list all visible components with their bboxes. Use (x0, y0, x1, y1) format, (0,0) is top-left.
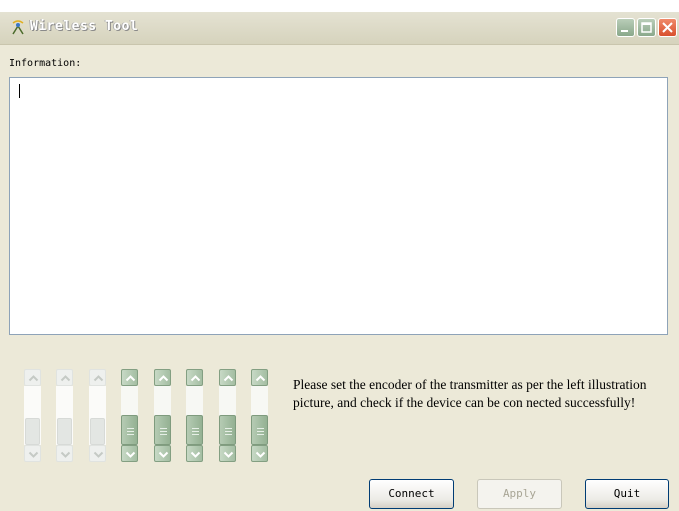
slider-track[interactable] (154, 386, 171, 445)
slider-grip-line (192, 428, 199, 429)
chevron-down-icon (125, 451, 136, 458)
slider-up-button[interactable] (251, 369, 268, 386)
maximize-icon (641, 22, 652, 33)
chevron-up-icon (223, 375, 234, 382)
minimize-icon (621, 30, 628, 32)
window-title: Wireless Tool (30, 19, 139, 34)
chevron-up-icon (158, 375, 169, 382)
slider-down-button[interactable] (154, 445, 171, 462)
antenna-icon (12, 20, 24, 35)
chevron-down-icon (223, 451, 234, 458)
slider-grip-line (225, 434, 232, 435)
chevron-up-icon (125, 375, 136, 382)
slider-thumb[interactable] (57, 418, 72, 445)
slider-down-button[interactable] (121, 445, 138, 462)
slider-grip-line (127, 431, 134, 432)
slider-down-button[interactable] (24, 445, 41, 462)
slider-up-button[interactable] (121, 369, 138, 386)
slider-thumb[interactable] (90, 418, 105, 445)
encoder-slider-6[interactable] (186, 369, 203, 462)
slider-track[interactable] (24, 386, 41, 445)
slider-grip-line (257, 431, 264, 432)
chevron-up-icon (28, 375, 39, 382)
slider-down-button[interactable] (186, 445, 203, 462)
slider-down-button[interactable] (219, 445, 236, 462)
slider-thumb[interactable] (251, 415, 268, 445)
quit-button[interactable]: Quit (585, 479, 669, 509)
apply-button[interactable]: Apply (477, 479, 562, 509)
title-bar[interactable]: Wireless Tool (0, 12, 679, 45)
slider-track[interactable] (186, 386, 203, 445)
encoder-slider-7[interactable] (219, 369, 236, 462)
slider-track[interactable] (251, 386, 268, 445)
close-button[interactable] (658, 18, 677, 37)
maximize-button[interactable] (637, 18, 656, 37)
slider-grip-line (257, 434, 264, 435)
wireless-tool-window: Wireless Tool Information: Please set th… (0, 12, 679, 511)
chevron-down-icon (60, 451, 71, 458)
slider-track[interactable] (56, 386, 73, 445)
chevron-down-icon (158, 451, 169, 458)
chevron-up-icon (190, 375, 201, 382)
slider-thumb[interactable] (219, 415, 236, 445)
slider-grip-line (160, 434, 167, 435)
slider-up-button[interactable] (56, 369, 73, 386)
slider-track[interactable] (219, 386, 236, 445)
encoder-slider-8[interactable] (251, 369, 268, 462)
close-icon (662, 22, 673, 33)
slider-up-button[interactable] (24, 369, 41, 386)
slider-grip-line (127, 434, 134, 435)
slider-grip-line (225, 431, 232, 432)
encoder-slider-1[interactable] (24, 369, 41, 462)
information-label: Information: (9, 58, 82, 69)
encoder-slider-4[interactable] (121, 369, 138, 462)
slider-thumb[interactable] (121, 415, 138, 445)
slider-thumb[interactable] (154, 415, 171, 445)
slider-track[interactable] (89, 386, 106, 445)
slider-up-button[interactable] (186, 369, 203, 386)
chevron-up-icon (255, 375, 266, 382)
instruction-text: Please set the encoder of the transmitte… (293, 377, 647, 410)
slider-down-button[interactable] (251, 445, 268, 462)
slider-grip-line (192, 434, 199, 435)
slider-grip-line (192, 431, 199, 432)
chevron-down-icon (255, 451, 266, 458)
slider-track[interactable] (121, 386, 138, 445)
text-caret (19, 84, 20, 98)
slider-thumb[interactable] (186, 415, 203, 445)
slider-thumb[interactable] (25, 418, 40, 445)
minimize-button[interactable] (616, 18, 635, 37)
slider-grip-line (160, 431, 167, 432)
slider-up-button[interactable] (154, 369, 171, 386)
encoder-slider-2[interactable] (56, 369, 73, 462)
slider-up-button[interactable] (219, 369, 236, 386)
slider-grip-line (127, 428, 134, 429)
slider-down-button[interactable] (56, 445, 73, 462)
chevron-down-icon (28, 451, 39, 458)
chevron-up-icon (60, 375, 71, 382)
slider-down-button[interactable] (89, 445, 106, 462)
slider-grip-line (160, 428, 167, 429)
slider-grip-line (257, 428, 264, 429)
encoder-slider-5[interactable] (154, 369, 171, 462)
chevron-down-icon (190, 451, 201, 458)
connect-button[interactable]: Connect (369, 479, 454, 509)
slider-up-button[interactable] (89, 369, 106, 386)
information-textarea[interactable] (9, 77, 668, 335)
encoder-slider-3[interactable] (89, 369, 106, 462)
chevron-up-icon (93, 375, 104, 382)
chevron-down-icon (93, 451, 104, 458)
slider-grip-line (225, 428, 232, 429)
